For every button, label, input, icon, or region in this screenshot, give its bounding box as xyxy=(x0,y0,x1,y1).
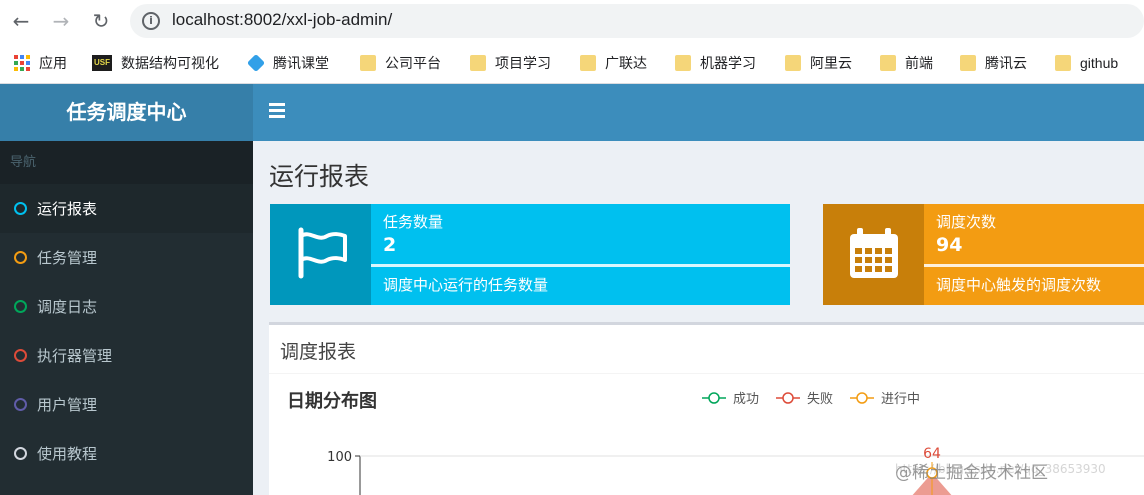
legend-label: 成功 xyxy=(733,392,759,407)
folder-icon xyxy=(960,55,976,71)
flag-icon xyxy=(298,227,347,279)
folder-icon xyxy=(580,55,596,71)
info-box-content: 调度次数 94 调度中心触发的调度次数 xyxy=(924,204,1144,305)
bookmark-folder[interactable]: 公司平台 xyxy=(360,53,441,73)
url-text: localhost:8002/xxl-job-admin/ xyxy=(172,10,393,29)
progress-bar xyxy=(371,264,790,267)
legend-marker xyxy=(708,392,720,404)
calendar-icon-area xyxy=(823,204,924,305)
back-arrow-icon[interactable]: ← xyxy=(8,8,34,34)
bookmark-label: 腾讯云 xyxy=(985,55,1027,71)
bookmark-apps[interactable]: 应用 xyxy=(14,53,67,73)
circle-icon xyxy=(14,398,27,411)
bookmark-label: 前端 xyxy=(905,55,933,71)
page-title: 运行报表 xyxy=(269,162,370,191)
watermark: @稀土掘金技术社区 xyxy=(895,463,1048,483)
folder-icon xyxy=(1055,55,1071,71)
bookmark-label: 阿里云 xyxy=(810,55,852,71)
legend-marker xyxy=(782,392,794,404)
circle-icon xyxy=(14,300,27,313)
circle-icon xyxy=(14,251,27,264)
sidebar-item[interactable]: 使用教程 xyxy=(0,429,253,478)
reload-icon[interactable]: ↻ xyxy=(88,8,114,34)
sidebar-item-label: 运行报表 xyxy=(37,200,98,218)
bookmark-folder[interactable]: github xyxy=(1055,53,1118,73)
sidebar-item-label: 用户管理 xyxy=(37,396,98,414)
info-box-job-count: 任务数量 2 调度中心运行的任务数量 xyxy=(270,204,790,305)
info-box-description: 调度中心运行的任务数量 xyxy=(383,276,549,294)
legend-marker xyxy=(856,392,868,404)
bookmark-label: 腾讯课堂 xyxy=(273,55,329,71)
bookmark-folder[interactable]: 机器学习 xyxy=(675,53,756,73)
bookmark-data-structure[interactable]: USF 数据结构可视化 xyxy=(92,53,219,73)
folder-icon xyxy=(675,55,691,71)
info-box-label: 任务数量 xyxy=(383,213,444,231)
main-content: 运行报表 任务数量 2 调度中心运行的任务数量 调度次数 94 调度中心触发的调… xyxy=(253,141,1144,495)
bookmark-label: 数据结构可视化 xyxy=(121,55,219,71)
top-navbar xyxy=(253,84,1144,141)
sidebar-item[interactable]: 运行报表 xyxy=(0,184,253,233)
info-box-label: 调度次数 xyxy=(936,213,997,231)
circle-icon xyxy=(14,202,27,215)
bookmark-tencent-classroom[interactable]: 腾讯课堂 xyxy=(246,53,329,73)
usf-icon: USF xyxy=(92,55,112,71)
circle-icon xyxy=(14,349,27,362)
bookmark-folder[interactable]: 广联达 xyxy=(580,53,647,73)
folder-icon xyxy=(360,55,376,71)
app-logo[interactable]: 任务调度中心 xyxy=(0,84,253,141)
info-icon[interactable]: i xyxy=(142,12,160,30)
sidebar-item-label: 调度日志 xyxy=(37,298,98,316)
bookmark-folder[interactable]: 前端 xyxy=(880,53,933,73)
apps-grid-icon xyxy=(14,55,30,71)
sidebar-item-label: 使用教程 xyxy=(37,445,98,463)
info-box-trigger-count: 调度次数 94 调度中心触发的调度次数 xyxy=(823,204,1144,305)
bookmark-label: github xyxy=(1080,55,1119,71)
forward-arrow-icon[interactable]: → xyxy=(48,8,74,34)
report-box-title: 调度报表 xyxy=(280,341,357,363)
sidebar-item-label: 执行器管理 xyxy=(37,347,113,365)
progress-bar xyxy=(924,264,1144,267)
bookmark-label: 应用 xyxy=(39,55,67,71)
bookmark-label: 机器学习 xyxy=(700,55,756,71)
info-box-number: 2 xyxy=(383,234,397,256)
sidebar-header: 导航 xyxy=(0,141,253,184)
legend-label: 失败 xyxy=(807,392,833,407)
sidebar-item[interactable]: 用户管理 xyxy=(0,380,253,429)
circle-icon xyxy=(14,447,27,460)
bookmark-label: 公司平台 xyxy=(385,55,441,71)
y-tick-label: 100 xyxy=(327,450,352,465)
info-box-number: 94 xyxy=(936,234,963,256)
sidebar-item[interactable]: 任务管理 xyxy=(0,233,253,282)
tencent-classroom-icon xyxy=(246,53,266,73)
calendar-icon xyxy=(850,228,898,278)
legend-label: 进行中 xyxy=(881,392,920,407)
sidebar-item[interactable]: 调度日志 xyxy=(0,282,253,331)
bookmark-label: 项目学习 xyxy=(495,55,551,71)
menu-toggle-icon[interactable] xyxy=(269,103,285,119)
folder-icon xyxy=(880,55,896,71)
chart-title: 日期分布图 xyxy=(287,390,377,412)
bookmark-label: 广联达 xyxy=(605,55,647,71)
bookmark-folder[interactable]: 腾讯云 xyxy=(960,53,1027,73)
info-box-description: 调度中心触发的调度次数 xyxy=(936,276,1102,294)
folder-icon xyxy=(470,55,486,71)
bookmark-folder[interactable]: 阿里云 xyxy=(785,53,852,73)
sidebar-item-label: 任务管理 xyxy=(37,249,98,267)
info-box-content: 任务数量 2 调度中心运行的任务数量 xyxy=(371,204,790,305)
bookmark-folder[interactable]: 项目学习 xyxy=(470,53,551,73)
flag-icon-area xyxy=(270,204,371,305)
sidebar-item[interactable]: 执行器管理 xyxy=(0,331,253,380)
bookmarks-bar: 应用 USF 数据结构可视化 腾讯课堂 公司平台 项目学习 广联达 机器学习 阿… xyxy=(0,42,1144,84)
sidebar: 导航 运行报表任务管理调度日志执行器管理用户管理使用教程 xyxy=(0,141,253,495)
browser-toolbar: ← → ↻ i localhost:8002/xxl-job-admin/ xyxy=(0,0,1144,42)
address-bar[interactable]: i localhost:8002/xxl-job-admin/ xyxy=(130,4,1144,38)
folder-icon xyxy=(785,55,801,71)
